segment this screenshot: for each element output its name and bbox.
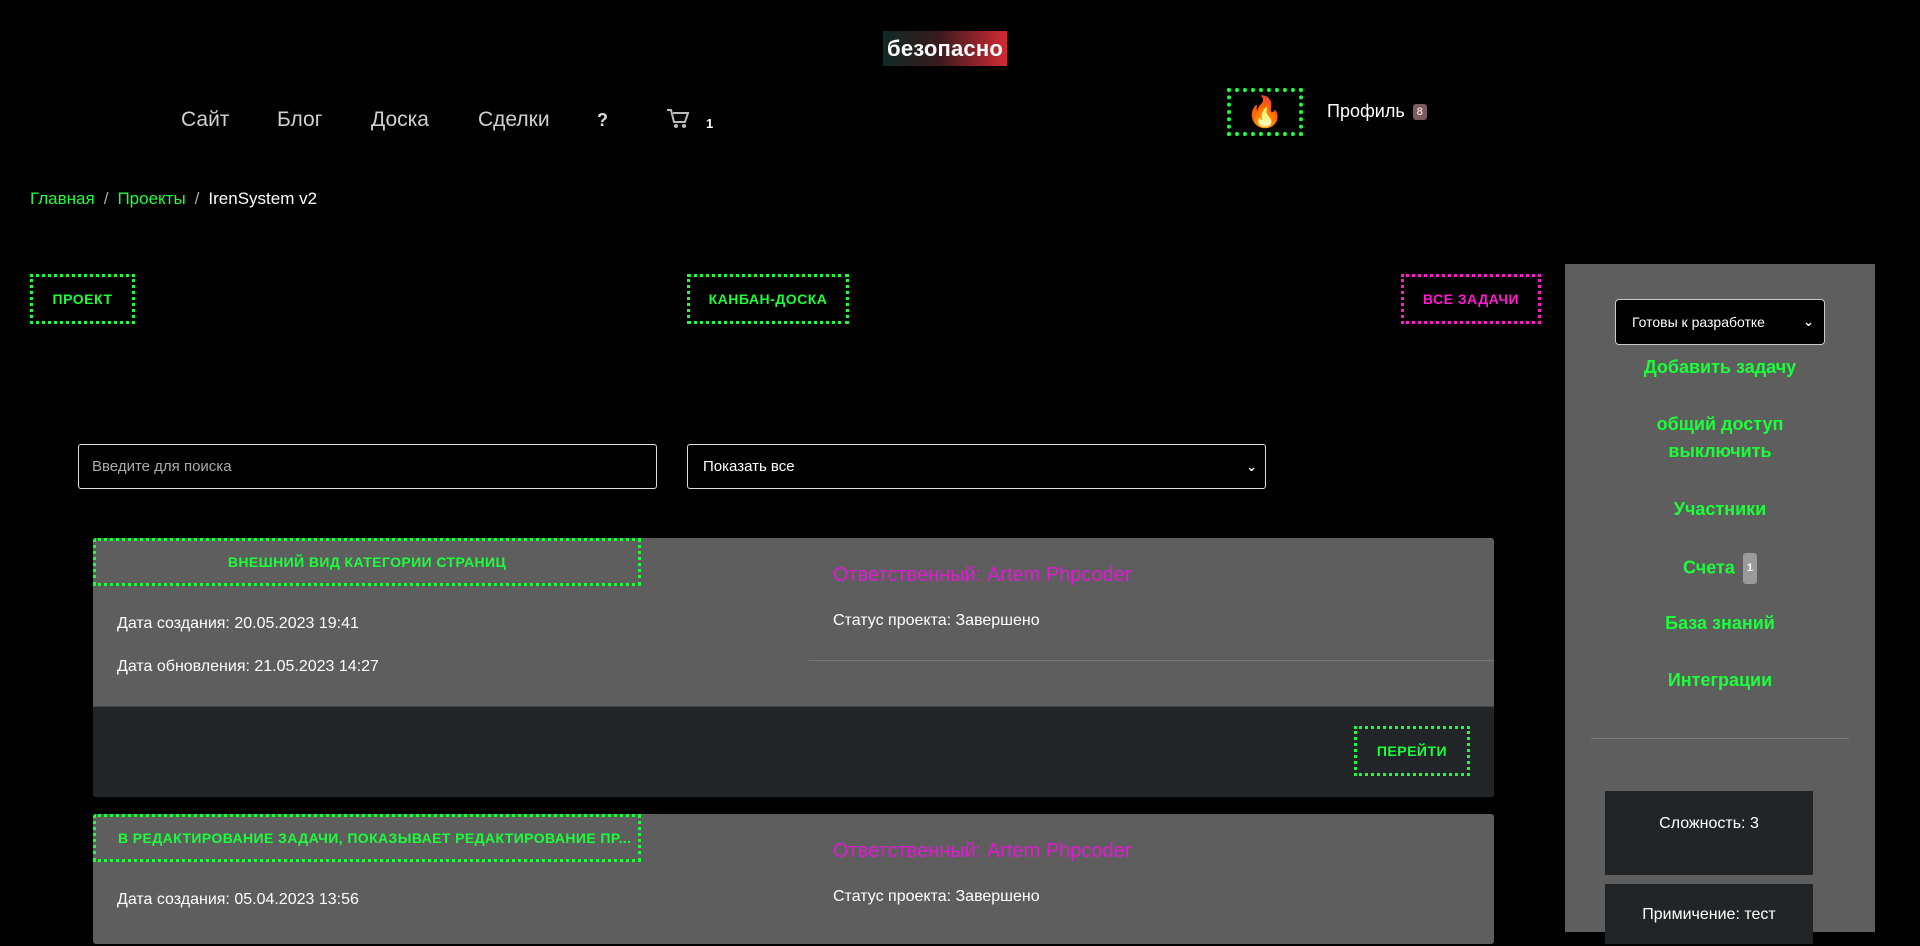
task-title-button[interactable]: В РЕДАКТИРОВАНИЕ ЗАДАЧИ, ПОКАЗЫВАЕТ РЕДА…	[93, 814, 641, 862]
breadcrumb-current: IrenSystem v2	[208, 189, 318, 208]
knowledge-base-link[interactable]: База знаний	[1565, 610, 1875, 637]
fire-icon: 🔥	[1246, 95, 1284, 129]
site-logo[interactable]: безопасно	[883, 31, 1007, 66]
kanban-button[interactable]: КАНБАН-ДОСКА	[687, 274, 849, 324]
fire-button[interactable]: 🔥	[1227, 88, 1303, 136]
note-label: Примичение:	[1642, 906, 1740, 923]
complexity-label: Сложность:	[1659, 815, 1746, 832]
breadcrumb-separator: /	[103, 189, 109, 208]
divider	[809, 660, 1494, 661]
add-task-link[interactable]: Добавить задачу	[1565, 354, 1875, 381]
invoices-link[interactable]: Счета 1	[1565, 553, 1875, 584]
project-button[interactable]: ПРОЕКТ	[30, 274, 135, 324]
go-button[interactable]: ПЕРЕЙТИ	[1354, 726, 1470, 776]
updated-date: Дата обновления: 21.05.2023 14:27	[117, 658, 379, 675]
nav-board[interactable]: Доска	[371, 108, 429, 132]
all-tasks-button[interactable]: ВСЕ ЗАДАЧИ	[1401, 274, 1541, 324]
breadcrumb-separator: /	[194, 189, 200, 208]
project-status: Статус проекта: Завершено	[833, 888, 1040, 905]
project-status: Статус проекта: Завершено	[833, 612, 1040, 629]
task-card: ВНЕШНИЙ ВИД КАТЕГОРИИ СТРАНИЦ Дата созда…	[93, 538, 1494, 797]
card-footer: ПЕРЕЙТИ	[93, 706, 1494, 797]
breadcrumb: Главная / Проекты / IrenSystem v2	[30, 189, 317, 209]
responsible: Ответственный: Artem Phpcoder	[833, 840, 1132, 862]
share-line-1: общий доступ	[1656, 414, 1784, 434]
invoices-badge: 1	[1742, 553, 1757, 584]
members-link[interactable]: Участники	[1565, 496, 1875, 523]
nav-deals[interactable]: Сделки	[478, 108, 550, 132]
integrations-link[interactable]: Интеграции	[1565, 667, 1875, 694]
profile-label: Профиль	[1327, 101, 1405, 121]
invoices-label: Счета	[1683, 557, 1735, 578]
share-toggle-link[interactable]: общий доступ выключить	[1565, 411, 1875, 465]
cart-count: 1	[706, 116, 714, 131]
status-select[interactable]: Готовы к разработке ⌄	[1615, 299, 1825, 345]
cart-icon[interactable]	[666, 108, 690, 136]
breadcrumb-home[interactable]: Главная	[30, 189, 95, 208]
task-card: В РЕДАКТИРОВАНИЕ ЗАДАЧИ, ПОКАЗЫВАЕТ РЕДА…	[93, 814, 1494, 944]
complexity-value: 3	[1749, 815, 1759, 832]
status-select-value: Готовы к разработке	[1632, 314, 1765, 330]
sidebar-divider	[1591, 738, 1849, 739]
search-input[interactable]: Введите для поиска	[78, 444, 657, 489]
nav-blog[interactable]: Блог	[277, 108, 322, 132]
show-filter-value: Показать все	[703, 458, 795, 475]
chevron-down-icon: ⌄	[1246, 459, 1257, 474]
complexity-box: Сложность: 3	[1605, 791, 1813, 875]
created-date: Дата создания: 05.04.2023 13:56	[117, 891, 359, 908]
created-date: Дата создания: 20.05.2023 19:41	[117, 615, 359, 632]
nav-site[interactable]: Сайт	[181, 108, 229, 132]
profile-badge: 8	[1412, 104, 1427, 121]
note-value: тест	[1744, 906, 1776, 923]
sidebar: Готовы к разработке ⌄ Добавить задачу об…	[1565, 264, 1875, 944]
breadcrumb-projects[interactable]: Проекты	[117, 189, 185, 208]
nav-help[interactable]: ?	[597, 110, 608, 131]
chevron-down-icon: ⌄	[1803, 314, 1814, 329]
share-line-2: выключить	[1668, 441, 1772, 461]
show-filter-select[interactable]: Показать все ⌄	[687, 444, 1266, 489]
task-title-button[interactable]: ВНЕШНИЙ ВИД КАТЕГОРИИ СТРАНИЦ	[93, 538, 641, 586]
responsible: Ответственный: Artem Phpcoder	[833, 564, 1132, 586]
note-box: Примичение: тест	[1605, 884, 1813, 944]
profile-link[interactable]: Профиль 8	[1327, 101, 1427, 122]
